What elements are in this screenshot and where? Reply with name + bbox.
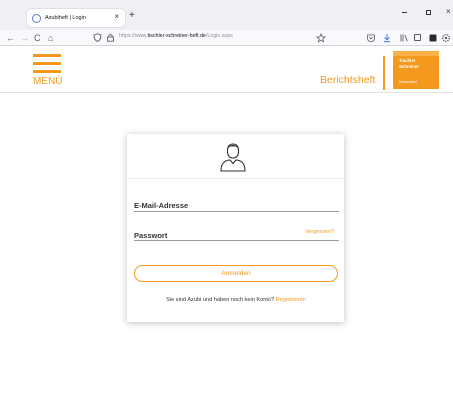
site-favicon-icon — [32, 13, 41, 23]
window-minimize-button[interactable] — [402, 12, 407, 13]
settings-gear-icon[interactable] — [441, 33, 451, 43]
window-close-button[interactable]: × — [446, 7, 451, 16]
logo-line-2: Schreiner — [399, 64, 419, 69]
email-field[interactable] — [134, 211, 339, 212]
library-icon[interactable] — [399, 33, 409, 43]
browser-tab-bar: Azubiheft | Login × + × — [0, 0, 453, 30]
reload-icon[interactable]: C — [34, 31, 41, 45]
tab-close-icon[interactable]: × — [114, 12, 119, 21]
browser-tab[interactable]: Azubiheft | Login × — [27, 9, 125, 27]
tab-title: Azubiheft | Login — [45, 15, 86, 21]
window-maximize-button[interactable] — [426, 10, 431, 15]
brand-title: Berichtsheft — [320, 74, 376, 86]
password-field[interactable] — [134, 240, 339, 241]
shield-icon[interactable] — [93, 33, 102, 42]
site-header: MENÜ Berichtsheft Tischler Schreiner Deu… — [0, 47, 453, 93]
user-avatar-icon — [220, 143, 246, 172]
sidebar-icon[interactable] — [414, 34, 421, 41]
url-input[interactable]: https://www.tischler-schreiner-heft.de/L… — [119, 33, 233, 39]
hamburger-menu-icon — [33, 54, 61, 57]
lock-icon[interactable] — [106, 33, 115, 42]
password-label: Passwort — [134, 231, 168, 240]
header-divider — [383, 56, 385, 90]
card-divider — [127, 178, 344, 179]
forgot-password-link[interactable]: Vergessen? — [305, 229, 334, 235]
bookmark-star-icon[interactable] — [316, 33, 326, 43]
browser-nav-bar: ← → C ⌂ https://www.tischler-schreiner-h… — [0, 30, 453, 46]
forward-icon[interactable]: → — [20, 31, 29, 45]
pocket-icon[interactable] — [366, 33, 376, 43]
register-prompt: Sie sind Azubi und haben noch kein Konto… — [134, 297, 338, 303]
new-tab-button[interactable]: + — [129, 10, 135, 21]
home-icon[interactable]: ⌂ — [48, 31, 53, 45]
tischler-schreiner-logo[interactable]: Tischler Schreiner Deutschland — [393, 51, 439, 89]
download-icon[interactable] — [382, 33, 392, 43]
menu-label: MENÜ — [33, 76, 63, 87]
register-prompt-text: Sie sind Azubi und haben noch kein Konto… — [166, 297, 276, 303]
register-link[interactable]: Registrieren — [276, 297, 306, 303]
email-label: E-Mail-Adresse — [134, 201, 189, 210]
logo-subtitle: Deutschland — [399, 80, 417, 84]
extension-icon[interactable] — [428, 33, 438, 43]
back-icon[interactable]: ← — [6, 31, 15, 45]
logo-line-1: Tischler — [399, 58, 416, 63]
login-button[interactable]: Anmelden — [134, 265, 338, 282]
